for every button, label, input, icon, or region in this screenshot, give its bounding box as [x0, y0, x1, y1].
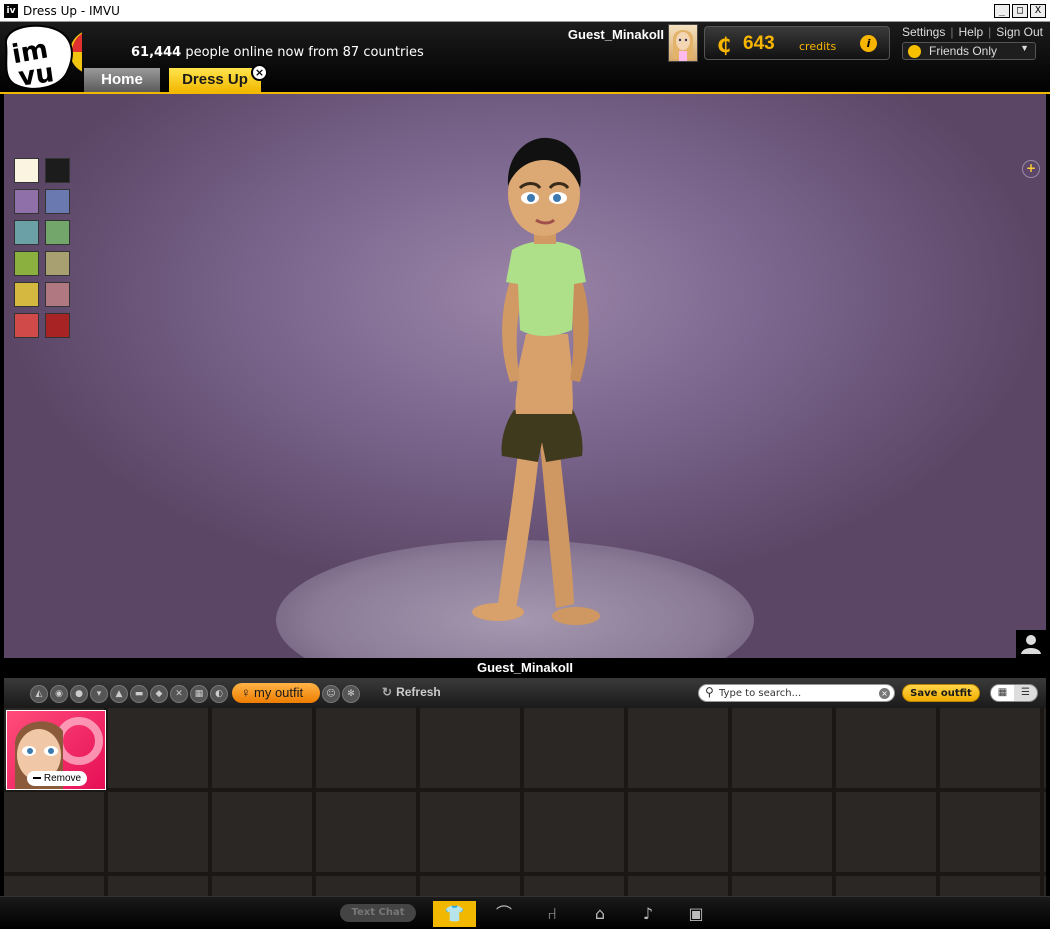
- outfit-toolbar: ◭ ◉ ● ▾ ▲ ▬ ◆ ✕ ▦ ◐ ♀ my outfit ☺ ✻ ↻ Ref…: [4, 678, 1046, 708]
- refresh-button[interactable]: ↻ Refresh: [382, 685, 441, 699]
- color-swatch[interactable]: [45, 189, 70, 214]
- head-icon[interactable]: ●: [70, 685, 88, 703]
- color-swatch[interactable]: [14, 189, 39, 214]
- view-mode-toggle: ▦ ☰: [990, 684, 1038, 702]
- header-username[interactable]: Guest_MinakoII: [568, 27, 664, 42]
- close-window-button[interactable]: X: [1030, 4, 1046, 18]
- home-icon[interactable]: ⌂: [586, 901, 614, 927]
- window-titlebar: iv Dress Up - IMVU _ □ X: [0, 0, 1050, 22]
- hair-icon[interactable]: ◭: [30, 685, 48, 703]
- furniture-chair-icon[interactable]: ⑁: [538, 901, 566, 927]
- app-header: im vu 61,444 people online now from 87 c…: [0, 22, 1050, 94]
- dress-up-shirt-icon[interactable]: 👕: [433, 901, 476, 927]
- avatar-name-label: Guest_MinakoII: [4, 658, 1046, 678]
- color-swatch[interactable]: [45, 220, 70, 245]
- online-count: 61,444: [131, 45, 182, 60]
- my-outfit-label: my outfit: [254, 685, 304, 700]
- add-icon[interactable]: +: [1022, 160, 1040, 178]
- refresh-icon: ↻: [382, 685, 393, 699]
- avatar-viewport[interactable]: +: [4, 94, 1046, 658]
- color-swatch[interactable]: [45, 282, 70, 307]
- user-avatar-thumbnail[interactable]: [668, 24, 698, 62]
- account-links: Settings | Help | Sign Out: [902, 25, 1043, 39]
- background-color-swatches: [14, 158, 70, 338]
- color-swatch[interactable]: [14, 282, 39, 307]
- chevron-down-icon: ▼: [1020, 43, 1029, 53]
- presence-status-dropdown[interactable]: Friends Only ▼: [902, 42, 1036, 60]
- emote-icon[interactable]: ☺: [322, 685, 340, 703]
- online-description: people online now from 87 countries: [185, 45, 424, 60]
- svg-text:vu: vu: [17, 58, 56, 93]
- inventory-item-head[interactable]: Remove: [6, 710, 106, 790]
- tab-home[interactable]: Home: [84, 68, 160, 92]
- bottom-icon[interactable]: ▬: [130, 685, 148, 703]
- color-swatch[interactable]: [45, 158, 70, 183]
- shoes-icon[interactable]: ◆: [150, 685, 168, 703]
- refresh-label: Refresh: [396, 685, 441, 699]
- avatar-figure[interactable]: [434, 134, 654, 634]
- eyes-icon[interactable]: ◉: [50, 685, 68, 703]
- grid-view-icon[interactable]: ▦: [991, 685, 1014, 701]
- outfit-inventory-grid: Remove: [4, 708, 1046, 896]
- top-icon[interactable]: ▾: [90, 685, 108, 703]
- minimize-button[interactable]: _: [994, 4, 1010, 18]
- sign-out-link[interactable]: Sign Out: [996, 25, 1043, 39]
- remove-label: Remove: [43, 773, 82, 784]
- pose-icon[interactable]: ◐: [210, 685, 228, 703]
- camera-icon[interactable]: ▣: [682, 901, 710, 927]
- jewelry-icon[interactable]: ✕: [170, 685, 188, 703]
- accessory-icon[interactable]: ▦: [190, 685, 208, 703]
- jacket-icon[interactable]: ▲: [110, 685, 128, 703]
- smiley-icon: [908, 45, 921, 58]
- window-title: Dress Up - IMVU: [23, 3, 120, 18]
- help-link[interactable]: Help: [958, 25, 983, 39]
- app-icon: iv: [4, 3, 18, 18]
- info-icon[interactable]: i: [860, 35, 877, 52]
- list-view-icon[interactable]: ☰: [1014, 685, 1037, 701]
- text-chat-button[interactable]: Text Chat: [340, 904, 416, 922]
- color-swatch[interactable]: [45, 313, 70, 338]
- search-icon: ⚲: [705, 685, 714, 699]
- color-swatch[interactable]: [14, 313, 39, 338]
- color-swatch[interactable]: [14, 158, 39, 183]
- maximize-button[interactable]: □: [1012, 4, 1028, 18]
- settings-link[interactable]: Settings: [902, 25, 945, 39]
- online-status-text: 61,444 people online now from 87 countri…: [131, 45, 424, 60]
- credits-amount: 643: [743, 33, 775, 54]
- person-icon: ♀: [241, 685, 251, 700]
- remove-button[interactable]: Remove: [27, 771, 87, 786]
- color-swatch[interactable]: [14, 251, 39, 276]
- bottom-dock: Text Chat 👕 ⌒ ⑁ ⌂ ♪ ▣: [0, 896, 1050, 929]
- camera-mode-button[interactable]: [1016, 630, 1046, 658]
- pet-icon[interactable]: ✻: [342, 685, 360, 703]
- close-tab-icon[interactable]: ×: [251, 64, 268, 81]
- imvu-logo[interactable]: im vu: [2, 22, 82, 94]
- hanger-icon[interactable]: ⌒: [490, 901, 518, 927]
- clear-search-icon[interactable]: ×: [879, 688, 890, 699]
- credits-label: credits: [799, 40, 837, 53]
- save-outfit-button[interactable]: Save outfit: [902, 684, 980, 702]
- my-outfit-button[interactable]: ♀ my outfit: [232, 683, 320, 703]
- color-swatch[interactable]: [45, 251, 70, 276]
- credits-icon: ₵: [717, 33, 731, 57]
- search-input[interactable]: [719, 686, 874, 700]
- credits-panel[interactable]: ₵ 643 credits i: [704, 26, 890, 60]
- color-swatch[interactable]: [14, 220, 39, 245]
- music-icon[interactable]: ♪: [634, 901, 662, 927]
- search-box: ⚲ ×: [698, 684, 895, 702]
- tab-dress-up[interactable]: Dress Up: [169, 68, 261, 92]
- presence-status-value: Friends Only: [929, 44, 998, 58]
